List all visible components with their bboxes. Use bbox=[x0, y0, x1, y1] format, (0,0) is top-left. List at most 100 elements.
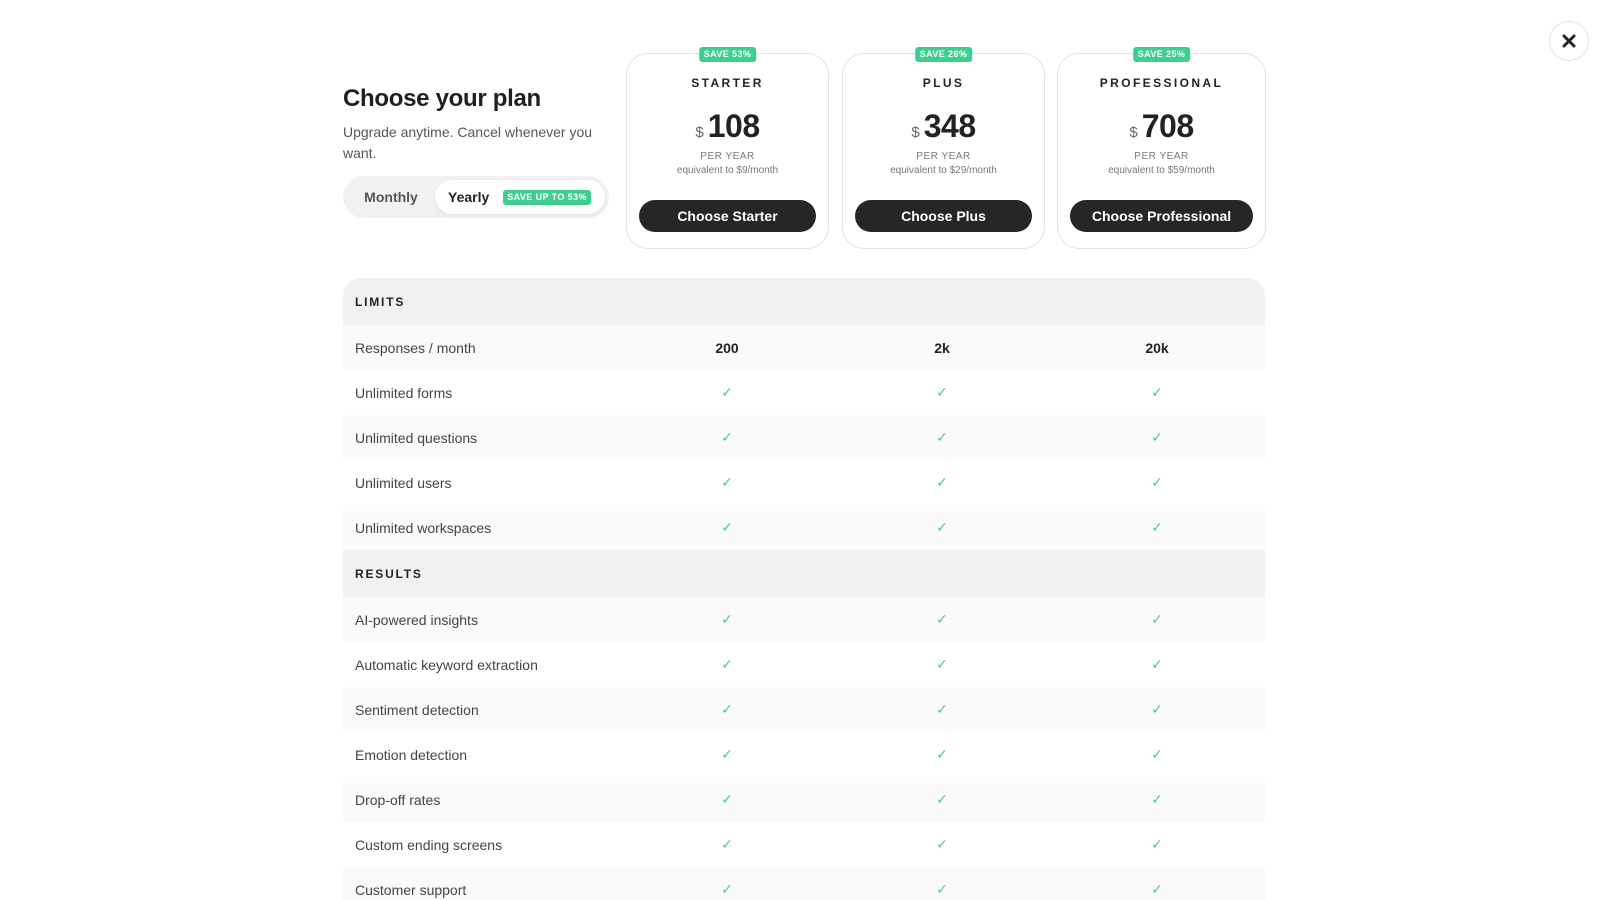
plan-save-badge: SAVE 25% bbox=[1132, 47, 1191, 62]
plan-price: $ 708 bbox=[1058, 108, 1265, 145]
plan-save-badge: SAVE 26% bbox=[914, 47, 973, 62]
feature-label: Automatic keyword extraction bbox=[355, 656, 538, 673]
plan-equivalent: equivalent to $59/month bbox=[1108, 165, 1215, 176]
choose-professional-button[interactable]: Choose Professional bbox=[1070, 200, 1253, 232]
check-icon: ✓ bbox=[936, 656, 948, 672]
table-row: Sentiment detection ✓ ✓ ✓ bbox=[343, 687, 1265, 732]
plan-period: PER YEAR bbox=[1134, 151, 1189, 162]
check-icon: ✓ bbox=[936, 429, 948, 445]
plan-card-professional: SAVE 25% PROFESSIONAL $ 708 PER YEAR equ… bbox=[1057, 47, 1266, 249]
check-icon: ✓ bbox=[936, 474, 948, 490]
check-icon: ✓ bbox=[1151, 791, 1163, 807]
table-row: Custom ending screens ✓ ✓ ✓ bbox=[343, 822, 1265, 867]
check-icon: ✓ bbox=[721, 791, 733, 807]
plan-currency: $ bbox=[695, 124, 704, 141]
table-row: Unlimited questions ✓ ✓ ✓ bbox=[343, 415, 1265, 460]
plan-amount: 348 bbox=[923, 108, 976, 144]
check-icon: ✓ bbox=[936, 611, 948, 627]
feature-value: 200 bbox=[715, 339, 739, 356]
section-title: LIMITS bbox=[355, 294, 406, 309]
check-icon: ✓ bbox=[1151, 746, 1163, 762]
check-icon: ✓ bbox=[721, 429, 733, 445]
feature-value: 2k bbox=[934, 339, 950, 356]
check-icon: ✓ bbox=[1151, 611, 1163, 627]
feature-label: Unlimited users bbox=[355, 474, 452, 491]
table-row: Responses / month 200 2k 20k bbox=[343, 325, 1265, 370]
plan-intro: Choose your plan Upgrade anytime. Cancel… bbox=[343, 84, 605, 164]
plan-card-starter: SAVE 53% STARTER $ 108 PER YEAR equivale… bbox=[626, 47, 829, 249]
check-icon: ✓ bbox=[721, 384, 733, 400]
check-icon: ✓ bbox=[1151, 474, 1163, 490]
feature-label: Unlimited workspaces bbox=[355, 519, 492, 536]
check-icon: ✓ bbox=[936, 746, 948, 762]
close-icon bbox=[1562, 34, 1576, 48]
section-header-limits: LIMITS bbox=[343, 278, 1265, 325]
close-button[interactable] bbox=[1549, 21, 1589, 61]
check-icon: ✓ bbox=[721, 836, 733, 852]
feature-label: Unlimited questions bbox=[355, 429, 478, 446]
feature-label: Custom ending screens bbox=[355, 836, 503, 853]
feature-label: Customer support bbox=[355, 881, 467, 898]
check-icon: ✓ bbox=[721, 519, 733, 535]
feature-label: Responses / month bbox=[355, 339, 476, 356]
check-icon: ✓ bbox=[936, 384, 948, 400]
billing-yearly-option[interactable]: Yearly SAVE UP TO 53% bbox=[435, 180, 605, 214]
plan-name: STARTER bbox=[691, 76, 764, 90]
table-row: Customer support ✓ ✓ ✓ bbox=[343, 867, 1265, 900]
plan-equivalent: equivalent to $9/month bbox=[676, 165, 779, 176]
check-icon: ✓ bbox=[936, 836, 948, 852]
plan-name: PROFESSIONAL bbox=[1099, 76, 1224, 90]
check-icon: ✓ bbox=[1151, 384, 1163, 400]
plan-amount: 708 bbox=[1141, 108, 1194, 144]
section-header-results: RESULTS bbox=[343, 550, 1265, 597]
choose-plus-button[interactable]: Choose Plus bbox=[855, 200, 1032, 232]
section-title: RESULTS bbox=[355, 566, 423, 581]
table-row: Unlimited workspaces ✓ ✓ ✓ bbox=[343, 505, 1265, 550]
check-icon: ✓ bbox=[1151, 701, 1163, 717]
check-icon: ✓ bbox=[721, 656, 733, 672]
check-icon: ✓ bbox=[721, 746, 733, 762]
plan-currency: $ bbox=[1129, 124, 1138, 141]
table-row: Unlimited users ✓ ✓ ✓ bbox=[343, 460, 1265, 505]
feature-label: Emotion detection bbox=[355, 746, 468, 763]
yearly-savings-badge: SAVE UP TO 53% bbox=[503, 189, 591, 205]
check-icon: ✓ bbox=[721, 474, 733, 490]
billing-yearly-label: Yearly bbox=[448, 189, 490, 205]
check-icon: ✓ bbox=[936, 519, 948, 535]
feature-label: Unlimited forms bbox=[355, 384, 453, 401]
check-icon: ✓ bbox=[721, 611, 733, 627]
plan-name: PLUS bbox=[922, 76, 965, 90]
table-row: AI-powered insights ✓ ✓ ✓ bbox=[343, 597, 1265, 642]
feature-label: Sentiment detection bbox=[355, 701, 479, 718]
plan-save-badge: SAVE 53% bbox=[698, 47, 757, 62]
plan-price: $ 348 bbox=[843, 108, 1044, 145]
feature-comparison-table: LIMITS Responses / month 200 2k 20k Unli… bbox=[343, 278, 1265, 900]
table-row: Automatic keyword extraction ✓ ✓ ✓ bbox=[343, 642, 1265, 687]
plan-equivalent: equivalent to $29/month bbox=[890, 165, 997, 176]
plan-period: PER YEAR bbox=[916, 151, 971, 162]
feature-label: AI-powered insights bbox=[355, 611, 478, 628]
table-row: Drop-off rates ✓ ✓ ✓ bbox=[343, 777, 1265, 822]
table-row: Emotion detection ✓ ✓ ✓ bbox=[343, 732, 1265, 777]
check-icon: ✓ bbox=[1151, 656, 1163, 672]
page-title: Choose your plan bbox=[343, 85, 541, 112]
check-icon: ✓ bbox=[936, 881, 948, 897]
check-icon: ✓ bbox=[1151, 519, 1163, 535]
check-icon: ✓ bbox=[936, 701, 948, 717]
billing-period-toggle: Monthly Yearly SAVE UP TO 53% bbox=[343, 176, 609, 218]
page-subtitle: Upgrade anytime. Cancel whenever you wan… bbox=[343, 124, 593, 161]
check-icon: ✓ bbox=[1151, 881, 1163, 897]
check-icon: ✓ bbox=[721, 701, 733, 717]
table-row: Unlimited forms ✓ ✓ ✓ bbox=[343, 370, 1265, 415]
choose-starter-button[interactable]: Choose Starter bbox=[639, 200, 816, 232]
check-icon: ✓ bbox=[1151, 836, 1163, 852]
billing-monthly-option[interactable]: Monthly bbox=[347, 180, 435, 214]
check-icon: ✓ bbox=[936, 791, 948, 807]
plan-currency: $ bbox=[911, 124, 920, 141]
plan-price: $ 108 bbox=[627, 108, 828, 145]
plan-card-plus: SAVE 26% PLUS $ 348 PER YEAR equivalent … bbox=[842, 47, 1045, 249]
plan-amount: 108 bbox=[707, 108, 760, 144]
plan-period: PER YEAR bbox=[700, 151, 755, 162]
check-icon: ✓ bbox=[1151, 429, 1163, 445]
check-icon: ✓ bbox=[721, 881, 733, 897]
